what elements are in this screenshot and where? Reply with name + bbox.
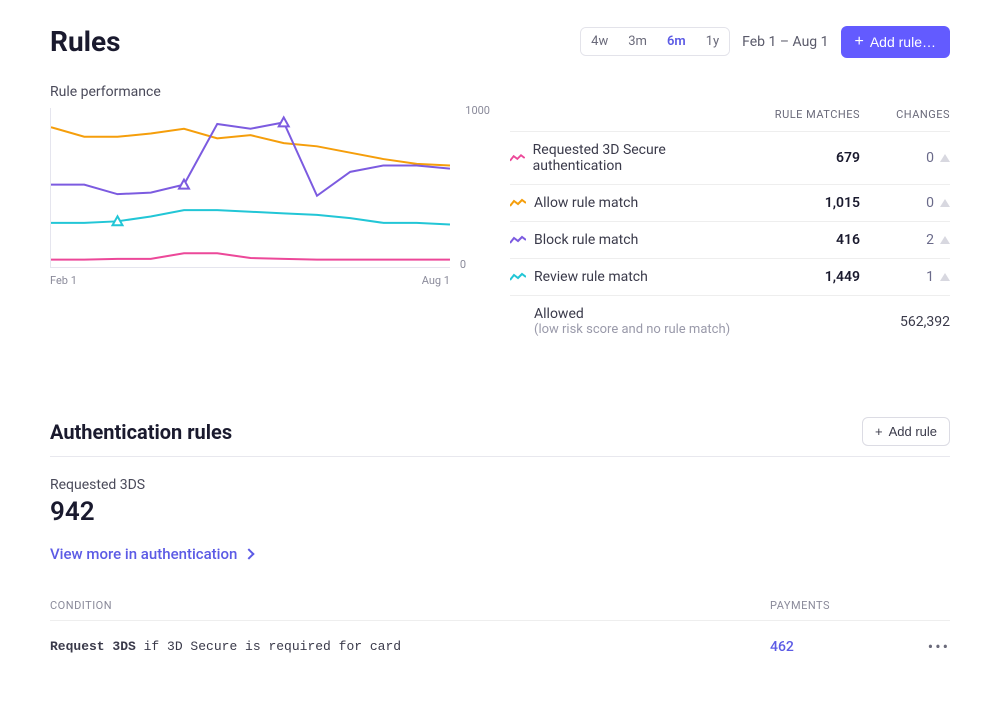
triangle-up-icon — [940, 273, 950, 281]
triangle-up-icon — [940, 199, 950, 207]
auth-rules-title: Authentication rules — [50, 420, 232, 444]
stat-row[interactable]: Block rule match 4162 — [510, 221, 950, 258]
col-header-payments: PAYMENTS — [770, 599, 950, 612]
row-matches: 416 — [740, 232, 860, 248]
row-matches: 1,015 — [740, 195, 860, 211]
rule-payments[interactable]: 462 — [770, 639, 910, 655]
series-icon — [510, 153, 525, 163]
row-changes: 0 — [860, 150, 950, 166]
x-axis-start: Feb 1 — [50, 274, 77, 287]
add-rule-button[interactable]: + Add rule… — [841, 26, 951, 58]
y-axis-min: 0 — [460, 258, 466, 271]
plus-icon: + — [875, 424, 883, 439]
triangle-up-icon — [940, 236, 950, 244]
add-auth-rule-label: Add rule — [889, 424, 937, 439]
requested-3ds-value: 942 — [50, 497, 950, 527]
col-header-matches: RULE MATCHES — [740, 108, 860, 121]
view-more-auth-link[interactable]: View more in authentication — [50, 545, 950, 563]
more-icon[interactable]: ••• — [910, 637, 950, 656]
stat-row[interactable]: Allow rule match 1,0150 — [510, 184, 950, 221]
performance-chart: 1000 0 — [50, 108, 450, 268]
row-matches: 1,449 — [740, 269, 860, 285]
row-label: Review rule match — [534, 269, 648, 285]
add-auth-rule-button[interactable]: + Add rule — [862, 417, 950, 446]
add-rule-label: Add rule… — [870, 34, 936, 50]
allowed-subtitle: (low risk score and no rule match) — [534, 322, 740, 337]
triangle-up-icon — [940, 154, 950, 162]
row-matches: 679 — [740, 150, 860, 166]
series-icon — [510, 235, 526, 245]
range-6m[interactable]: 6m — [657, 28, 696, 55]
series-icon — [510, 272, 526, 282]
rule-row[interactable]: Request 3DS if 3D Secure is required for… — [50, 621, 950, 672]
stat-row[interactable]: Review rule match 1,4491 — [510, 258, 950, 295]
view-more-label: View more in authentication — [50, 545, 237, 563]
range-1y[interactable]: 1y — [696, 28, 729, 55]
row-label: Allow rule match — [534, 195, 638, 211]
row-changes: 2 — [860, 232, 950, 248]
series-icon — [510, 198, 526, 208]
date-range[interactable]: Feb 1 – Aug 1 — [742, 34, 828, 50]
range-3m[interactable]: 3m — [618, 28, 657, 55]
allowed-value: 562,392 — [740, 314, 950, 330]
rule-condition: Request 3DS if 3D Secure is required for… — [50, 639, 770, 654]
page-title: Rules — [50, 25, 121, 58]
x-axis-end: Aug 1 — [422, 274, 450, 287]
row-changes: 0 — [860, 195, 950, 211]
allowed-title: Allowed — [534, 306, 740, 322]
row-label: Requested 3D Secure authentication — [533, 142, 740, 174]
range-4w[interactable]: 4w — [581, 28, 618, 55]
performance-title: Rule performance — [50, 84, 950, 100]
chevron-right-icon — [244, 548, 255, 559]
row-label: Block rule match — [534, 232, 638, 248]
stat-row[interactable]: Requested 3D Secure authentication6790 — [510, 131, 950, 184]
col-header-changes: CHANGES — [860, 108, 950, 121]
col-header-condition: CONDITION — [50, 599, 770, 612]
range-picker[interactable]: 4w 3m 6m 1y — [580, 27, 730, 56]
requested-3ds-label: Requested 3DS — [50, 477, 950, 493]
row-changes: 1 — [860, 269, 950, 285]
y-axis-max: 1000 — [465, 104, 490, 117]
plus-icon: + — [855, 34, 864, 50]
